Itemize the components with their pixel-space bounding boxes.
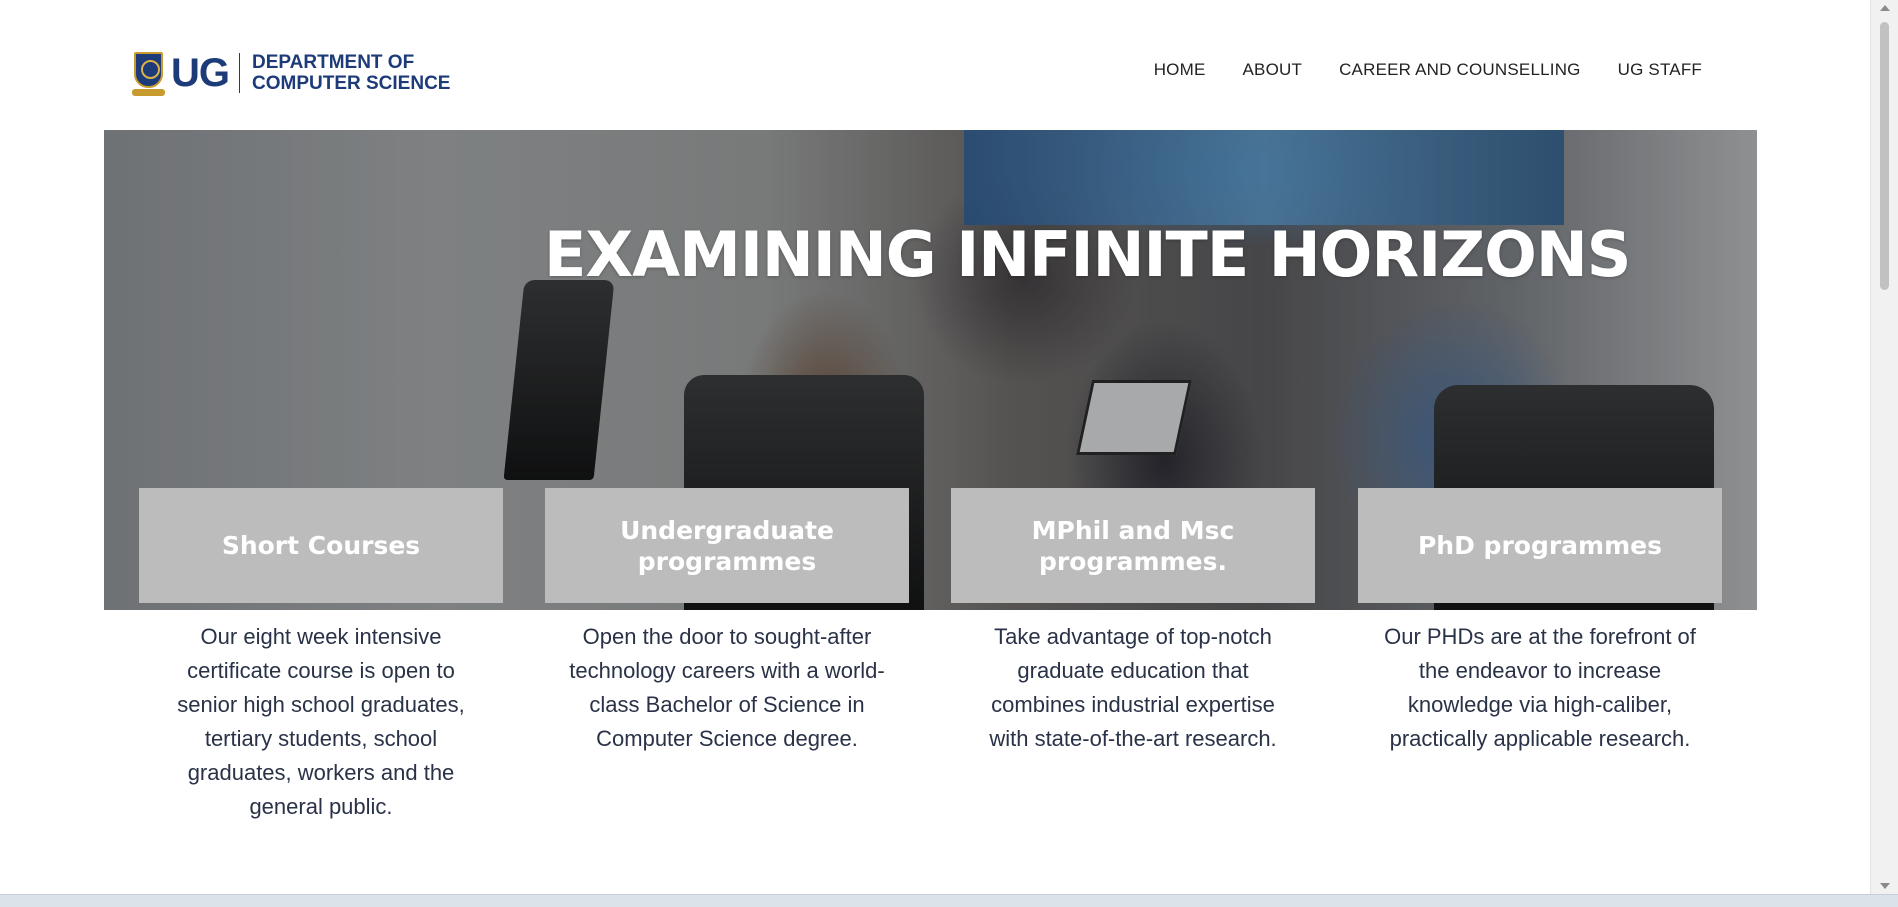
- card-undergraduate-programmes[interactable]: Undergraduate programmes Open the door t…: [545, 488, 909, 756]
- nav-about[interactable]: ABOUT: [1243, 60, 1303, 80]
- logo-ug-text: UG: [171, 51, 230, 95]
- nav-career-and-counselling[interactable]: CAREER AND COUNSELLING: [1339, 60, 1581, 80]
- page: UG DEPARTMENT OF COMPUTER SCIENCE HOME A…: [0, 0, 1870, 894]
- scrollbar-thumb[interactable]: [1880, 22, 1889, 290]
- department-logo[interactable]: UG DEPARTMENT OF COMPUTER SCIENCE: [132, 48, 450, 98]
- horizontal-scrollbar-track[interactable]: [0, 894, 1898, 907]
- card-title: PhD programmes: [1417, 531, 1662, 560]
- vertical-scrollbar[interactable]: [1870, 0, 1898, 894]
- card-header: MPhil and Msc programmes.: [951, 488, 1315, 603]
- logo-line-2: COMPUTER SCIENCE: [252, 73, 451, 94]
- university-crest-icon: [132, 50, 165, 96]
- card-mphil-msc-programmes[interactable]: MPhil and Msc programmes. Take advantage…: [951, 488, 1315, 756]
- card-header: PhD programmes: [1358, 488, 1722, 603]
- main-nav: HOME ABOUT CAREER AND COUNSELLING UG STA…: [1154, 60, 1702, 80]
- card-description: Take advantage of top-notch graduate edu…: [989, 624, 1277, 751]
- logo-department-name: DEPARTMENT OF COMPUTER SCIENCE: [252, 52, 450, 94]
- card-description: Our eight week intensive certificate cou…: [177, 624, 465, 819]
- card-title: MPhil and Msc programmes.: [1031, 515, 1235, 576]
- card-short-courses[interactable]: Short Courses Our eight week intensive c…: [139, 488, 503, 824]
- card-header: Short Courses: [139, 488, 503, 603]
- logo-divider: [239, 53, 240, 93]
- hero-title: EXAMINING INFINITE HORIZONS: [544, 218, 1631, 291]
- card-description: Our PHDs are at the forefront of the end…: [1384, 624, 1696, 751]
- nav-home[interactable]: HOME: [1154, 60, 1206, 80]
- card-title: Undergraduate programmes: [620, 515, 834, 576]
- nav-ug-staff[interactable]: UG STAFF: [1618, 60, 1702, 80]
- scroll-down-arrow-icon[interactable]: [1880, 883, 1890, 889]
- card-phd-programmes[interactable]: PhD programmes Our PHDs are at the foref…: [1358, 488, 1722, 756]
- card-description: Open the door to sought-after technology…: [569, 624, 885, 751]
- scroll-up-arrow-icon[interactable]: [1880, 5, 1890, 11]
- card-header: Undergraduate programmes: [545, 488, 909, 603]
- logo-line-1: DEPARTMENT OF: [252, 52, 415, 73]
- card-title: Short Courses: [221, 531, 421, 560]
